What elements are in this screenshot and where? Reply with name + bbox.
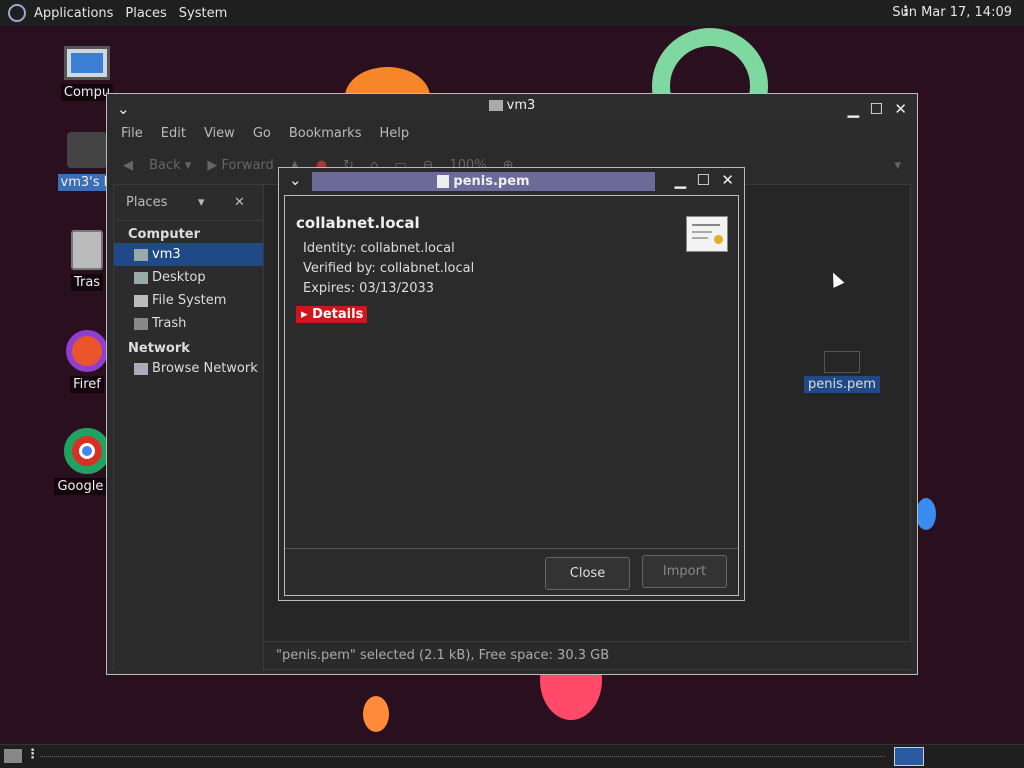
sidebar-item-label: Trash [152,316,187,331]
toolbar-overflow-icon[interactable]: ▾ [894,158,901,173]
show-desktop-icon[interactable] [4,749,22,763]
minimize-icon[interactable]: ▁ [847,97,859,121]
gnome-foot-icon[interactable] [8,4,26,22]
menu-file[interactable]: File [121,126,143,141]
window-menu-icon[interactable]: ⌄ [289,171,302,189]
forward-button[interactable]: ▶ Forward [207,158,273,173]
file-name: penis.pem [804,376,880,393]
file-manager-titlebar[interactable]: ⌄ vm3 ▁ ☐ ✕ [107,94,917,120]
home-folder-icon [134,248,148,261]
sidebar-item-vm3[interactable]: vm3 [114,243,263,266]
applications-menu[interactable]: Applications [34,6,113,21]
chevron-down-icon[interactable]: ▾ [198,195,205,210]
trash-icon [71,230,103,270]
trash-icon [134,317,148,330]
dialog-button-area: Close Import [285,548,738,596]
certificate-file-icon [437,175,450,188]
menu-go[interactable]: Go [253,126,271,141]
back-button[interactable]: ◀ Back ▾ [123,158,191,173]
clock[interactable]: Sun Mar 17, 14:09 [892,5,1012,20]
sidebar-section-computer: Computer [128,227,201,242]
system-menu[interactable]: System [179,6,227,21]
triangle-right-icon: ▸ [301,307,308,322]
sidebar-header-label[interactable]: Places [126,195,167,210]
firefox-icon [66,330,108,372]
close-icon[interactable]: ✕ [894,97,907,121]
places-menu[interactable]: Places [125,6,166,21]
statusbar: "penis.pem" selected (2.1 kB), Free spac… [264,641,912,669]
network-icon [134,362,148,375]
close-icon[interactable]: ✕ [721,171,734,189]
details-expander[interactable]: ▸ Details [296,306,368,323]
menu-view[interactable]: View [204,126,235,141]
certificate-expires: Expires: 03/13/2033 [303,281,435,296]
menubar: File Edit View Go Bookmarks Help [107,120,917,146]
close-button[interactable]: Close [545,557,630,590]
taskbar-area [40,756,885,757]
sidebar-item-label: Desktop [152,270,206,285]
sidebar-item-label: File System [152,293,227,308]
file-icon [823,351,860,373]
desktop-folder-icon [134,271,148,284]
sidebar-item-label: vm3 [152,247,181,262]
dialog-title: penis.pem [453,174,530,189]
import-button[interactable]: Import [642,555,727,588]
menu-bookmarks[interactable]: Bookmarks [289,126,362,141]
forward-arrow-icon: ▶ [207,157,218,173]
menu-help[interactable]: Help [379,126,409,141]
sidebar-item-desktop[interactable]: Desktop [114,266,263,289]
certificate-content: collabnet.local Identity: collabnet.loca… [284,195,739,596]
sidebar-header: Places ▾ ✕ [114,185,263,221]
back-arrow-icon: ◀ [123,157,133,173]
dialog-title-area[interactable]: penis.pem [312,172,655,191]
sidebar-item-trash[interactable]: Trash [114,312,263,335]
certificate-icon [686,216,728,252]
window-menu-icon[interactable]: ⌄ [117,97,130,121]
dialog-titlebar[interactable]: ⌄ penis.pem ▁ ☐ ✕ [279,168,744,194]
window-title: vm3 [506,98,536,113]
top-panel: Applications Places System ⋮ Sun Mar 17,… [0,0,1024,26]
maximize-icon[interactable]: ☐ [870,97,883,121]
workspace-switcher[interactable] [894,747,924,766]
sidebar-item-file-system[interactable]: File System [114,289,263,312]
drive-icon [134,294,148,307]
computer-icon [64,46,110,80]
panel-handle-icon[interactable]: ⋮ [26,747,39,762]
details-label: Details [312,307,364,322]
menu-edit[interactable]: Edit [161,126,186,141]
wallpaper-blue-dot [916,498,936,530]
wallpaper-orange-dot [363,696,389,732]
desktop-icon-label: Firef [70,376,104,393]
maximize-icon[interactable]: ☐ [697,171,710,189]
desktop-icon-label: Tras [70,274,104,291]
sidebar: Places ▾ ✕ Computer vm3 Desktop File Sys… [114,185,264,671]
certificate-identity: Identity: collabnet.local [303,241,455,256]
home-folder-icon [488,100,503,111]
certificate-name: collabnet.local [296,214,420,232]
bottom-panel: ⋮ [0,744,1024,768]
certificate-verified-by: Verified by: collabnet.local [303,261,475,276]
forward-label: Forward [221,157,274,173]
sidebar-item-browse-network[interactable]: Browse Network [114,357,263,380]
certificate-dialog: ⌄ penis.pem ▁ ☐ ✕ collabnet.local Identi… [278,167,745,601]
sidebar-close-icon[interactable]: ✕ [234,195,245,210]
sidebar-item-label: Browse Network [152,361,258,376]
home-folder-icon [67,132,107,168]
file-item-pem[interactable]: penis.pem [804,351,880,393]
minimize-icon[interactable]: ▁ [674,171,686,189]
chrome-icon [64,428,110,474]
sidebar-section-network: Network [128,341,190,356]
back-label: Back [149,157,181,173]
